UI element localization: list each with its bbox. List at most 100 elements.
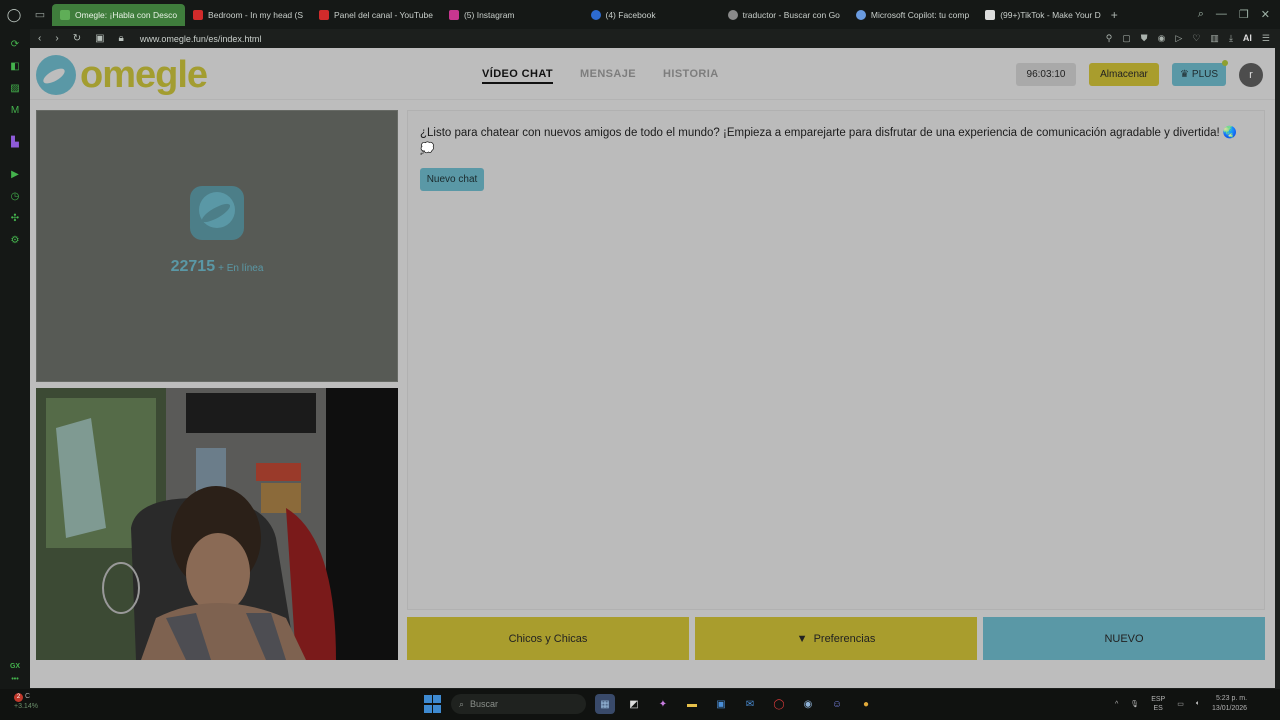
- play-icon[interactable]: ▶: [8, 167, 22, 181]
- tab-label: Omegle: ¡Habla con Desco: [75, 9, 178, 20]
- self-camera-feed: [36, 388, 398, 660]
- pin-icon[interactable]: ⚲: [1106, 33, 1113, 44]
- back-icon[interactable]: ‹: [38, 33, 41, 44]
- opera-gx-icon[interactable]: ◯: [769, 694, 789, 714]
- bag-icon[interactable]: ◧: [8, 59, 22, 73]
- gx-label[interactable]: GX: [10, 663, 20, 670]
- new-chat-button[interactable]: Nuevo chat: [420, 168, 484, 191]
- plus-button[interactable]: ♛ PLUS: [1172, 60, 1228, 86]
- new-tab-icon[interactable]: +: [1111, 8, 1118, 22]
- stripes-icon[interactable]: ▨: [8, 81, 22, 95]
- tab-islands-icon[interactable]: ▭: [28, 8, 52, 21]
- gender-filter-label: Chicos y Chicas: [508, 632, 588, 645]
- more-icon[interactable]: •••: [11, 676, 18, 683]
- tab-bedroom[interactable]: Bedroom - In my head (S: [185, 4, 311, 26]
- restore-icon[interactable]: ❐: [1239, 8, 1249, 21]
- clock[interactable]: 5:23 p. m. 13/01/2026: [1212, 694, 1247, 714]
- display-icon[interactable]: ▭: [1177, 700, 1184, 708]
- settings-icon[interactable]: ⚙: [8, 233, 22, 247]
- action-buttons: Chicos y Chicas ▼ Preferencias NUEVO: [407, 617, 1265, 660]
- snapshot-icon[interactable]: ▢: [1122, 33, 1131, 44]
- address-bar: ‹ › ↻ ▣ 🔒︎ www.omegle.fun/es/index.html …: [30, 29, 1280, 48]
- clock-icon[interactable]: ◷: [8, 189, 22, 203]
- wallet-icon[interactable]: ▥: [1210, 33, 1219, 44]
- refresh-icon[interactable]: ⟳: [8, 37, 22, 51]
- tab-translator[interactable]: traductor - Buscar con Go: [720, 4, 848, 26]
- window-controls: ⌕ — ❐ ✕: [1198, 8, 1280, 21]
- tab-label: Microsoft Copilot: tu comp: [870, 9, 970, 20]
- download-icon[interactable]: ⤓: [1229, 33, 1233, 44]
- main-nav: VÍDEO CHAT MENSAJE HISTORIA: [482, 68, 719, 84]
- store-button[interactable]: Almacenar: [1089, 63, 1159, 86]
- taskbar-search[interactable]: ⌕ Buscar: [451, 694, 586, 714]
- discord-icon[interactable]: ☺: [827, 694, 847, 714]
- url-field[interactable]: www.omegle.fun/es/index.html: [140, 34, 262, 44]
- reload-icon[interactable]: ↻: [73, 33, 81, 44]
- language-indicator[interactable]: ESP ES: [1151, 695, 1165, 713]
- send-icon[interactable]: ▷: [1175, 33, 1182, 44]
- preferences-label: Preferencias: [813, 632, 876, 645]
- browser-sidebar: ⟳ ◧ ▨ M ▙ ▶ ◷ ✣ ⚙ GX •••: [0, 29, 30, 689]
- omegle-logo-icon: [190, 186, 244, 240]
- puzzle-icon[interactable]: ✣: [8, 211, 22, 225]
- omegle-logo-icon: [36, 55, 76, 95]
- online-counter: 22715 + En línea: [171, 258, 264, 276]
- weather-widget[interactable]: 2C +3.14%: [14, 692, 38, 712]
- nav-message[interactable]: MENSAJE: [580, 68, 636, 84]
- google-icon: [727, 9, 738, 20]
- windows-start-icon[interactable]: [424, 695, 442, 713]
- preferences-button[interactable]: ▼ Preferencias: [695, 617, 977, 660]
- search-icon[interactable]: ⌕: [1198, 8, 1204, 21]
- youtube-icon: [319, 9, 330, 20]
- chat-panel: ¿Listo para chatear con nuevos amigos de…: [407, 110, 1265, 610]
- tab-instagram[interactable]: (5) Instagram: [441, 4, 523, 26]
- camera-icon[interactable]: ▣: [95, 33, 104, 44]
- menu-icon[interactable]: ☰: [1262, 33, 1270, 44]
- next-label: NUEVO: [1104, 632, 1144, 645]
- lang-top: ESP: [1151, 696, 1166, 703]
- volume-icon[interactable]: 🔈︎: [1196, 700, 1200, 708]
- tab-favicon-icon: [60, 9, 70, 20]
- tab-tiktok[interactable]: (99+)TikTok - Make Your D: [977, 4, 1109, 26]
- app-icon[interactable]: ●: [856, 694, 876, 714]
- chevron-up-icon[interactable]: ^: [1115, 701, 1118, 708]
- file-explorer-icon[interactable]: ▬: [682, 694, 702, 714]
- facebook-icon: [590, 9, 601, 20]
- gender-filter-button[interactable]: Chicos y Chicas: [407, 617, 689, 660]
- browser-tab-bar: ◯ ▭ Omegle: ¡Habla con Desco Bedroom - I…: [0, 0, 1280, 29]
- shield-icon[interactable]: ⛊: [1141, 33, 1148, 44]
- tab-copilot[interactable]: Microsoft Copilot: tu comp: [848, 4, 977, 26]
- microphone-icon[interactable]: 🎙︎: [1130, 700, 1139, 708]
- heart-icon[interactable]: ♡: [1192, 33, 1200, 44]
- site-logo[interactable]: omegle: [36, 55, 208, 95]
- widgets-icon[interactable]: ▦: [595, 694, 615, 714]
- ai-button[interactable]: AI: [1243, 33, 1252, 44]
- nav-video-chat[interactable]: VÍDEO CHAT: [482, 68, 554, 84]
- steam-icon[interactable]: ◉: [798, 694, 818, 714]
- forward-icon[interactable]: ›: [55, 33, 58, 44]
- m-icon[interactable]: M: [8, 103, 22, 117]
- search-placeholder: Buscar: [470, 699, 499, 709]
- tab-youtube-panel[interactable]: Panel del canal - YouTube: [311, 4, 441, 26]
- store-icon[interactable]: ▣: [711, 694, 731, 714]
- outlook-icon[interactable]: ✉: [740, 694, 760, 714]
- nav-history[interactable]: HISTORIA: [663, 68, 719, 84]
- lang-bottom: ES: [1153, 705, 1163, 712]
- copilot-icon[interactable]: ✦: [653, 694, 673, 714]
- minimize-icon[interactable]: —: [1216, 8, 1227, 21]
- session-timer: 96:03:10: [1016, 63, 1076, 86]
- camera-icon[interactable]: ◉: [1158, 33, 1166, 44]
- tab-facebook[interactable]: (4) Facebook: [583, 4, 664, 26]
- twitch-icon[interactable]: ▙: [8, 135, 22, 149]
- tab-label: traductor - Buscar con Go: [742, 9, 840, 20]
- close-icon[interactable]: ✕: [1261, 8, 1270, 21]
- user-avatar[interactable]: r: [1239, 63, 1263, 87]
- notification-badge: 2: [14, 693, 23, 702]
- toolbar-icons: ⚲ ▢ ⛊ ◉ ▷ ♡ ▥ ⤓ AI ☰: [1106, 33, 1280, 44]
- tab-omegle[interactable]: Omegle: ¡Habla con Desco: [52, 3, 186, 26]
- task-view-icon[interactable]: ◩: [624, 694, 644, 714]
- next-button[interactable]: NUEVO: [983, 617, 1265, 660]
- crown-icon: ♛: [1179, 69, 1189, 80]
- stranger-video-panel: 22715 + En línea: [36, 110, 398, 382]
- opera-menu-icon[interactable]: ◯: [0, 0, 28, 29]
